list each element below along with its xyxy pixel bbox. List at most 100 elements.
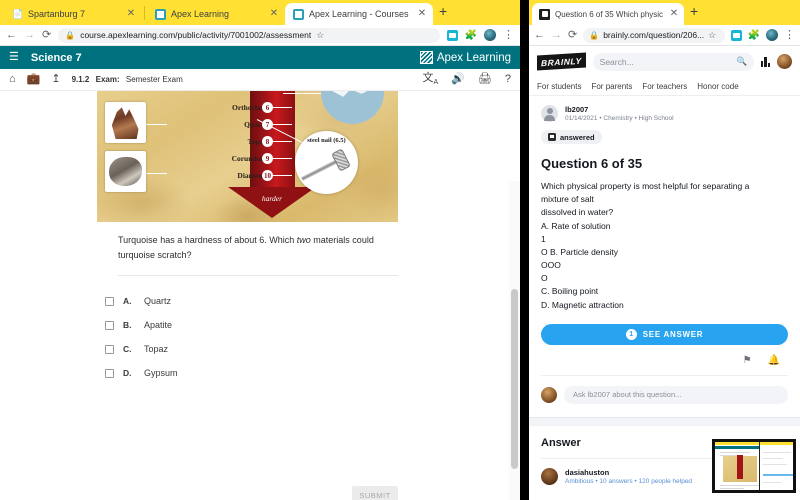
question-line: A. Rate of solution — [541, 220, 611, 231]
search-placeholder: Search... — [599, 56, 634, 67]
apex-icon — [293, 8, 304, 20]
dual-browser-screen: 📄 Spartanburg 7 ✕ Apex Learning ✕ Apex L… — [0, 0, 800, 500]
mohs-value: 7 — [262, 119, 273, 130]
lesson-breadcrumb: ⌂ 💼 ↥ 9.1.2 Exam: Semester Exam — [9, 74, 183, 85]
extensions-puzzle-icon[interactable]: 🧩 — [465, 30, 477, 41]
home-icon[interactable]: ⌂ — [9, 74, 16, 85]
bar-chart-icon[interactable] — [761, 56, 770, 67]
author-name[interactable]: lb2007 — [565, 105, 674, 114]
pip-tabstrip — [715, 442, 759, 445]
upload-icon[interactable]: ↥ — [51, 74, 60, 85]
address-bar[interactable]: 🔒 brainly.com/question/206... ☆ — [583, 27, 725, 43]
browser-tab-apex-learning[interactable]: Apex Learning ✕ — [147, 3, 285, 25]
avatar[interactable] — [777, 54, 792, 69]
answer-choice-a[interactable]: A. Quartz — [105, 289, 395, 313]
extensions-puzzle-icon[interactable]: 🧩 — [748, 30, 760, 41]
brainly-icon — [539, 8, 550, 20]
mohs-hardness-diagram: Orthoclase 6 Quartz 7 Topaz 8 Corundum 9… — [97, 91, 398, 222]
help-icon[interactable]: ? — [505, 74, 511, 85]
question-line: Which physical property is most helpful … — [541, 181, 750, 191]
apex-icon — [155, 8, 166, 20]
answer-choice-b[interactable]: B. Apatite — [105, 313, 395, 337]
nail-shaft-icon — [301, 159, 339, 181]
reload-icon[interactable]: ⟳ — [42, 29, 51, 41]
pip-right-pane — [758, 442, 793, 490]
leader-line — [270, 106, 292, 108]
extension-icon[interactable] — [446, 29, 458, 41]
checkbox-icon[interactable] — [105, 368, 114, 378]
left-scrollbar[interactable] — [509, 181, 520, 500]
nav-honor-code[interactable]: Honor code — [697, 82, 738, 91]
choice-letter: D. — [123, 368, 132, 378]
pip-diagram — [723, 455, 757, 482]
browser-tab-apex-learning-courses[interactable]: Apex Learning - Courses ✕ — [285, 3, 433, 25]
choice-text: Topaz — [144, 344, 169, 354]
assessment-content: Orthoclase 6 Quartz 7 Topaz 8 Corundum 9… — [0, 91, 520, 500]
answerer-name[interactable]: dasiahuston — [565, 468, 692, 477]
steel-nail-callout: steel nail (6.5) — [295, 131, 358, 194]
question-panel: lb2007 01/14/2021 • Chemistry • High Sch… — [529, 96, 800, 485]
briefcase-icon[interactable]: 💼 — [27, 74, 41, 85]
submit-button[interactable]: SUBMIT — [352, 486, 398, 500]
read-aloud-icon[interactable]: 🔊 — [451, 74, 465, 85]
answer-choice-d[interactable]: D. Gypsum — [105, 361, 395, 385]
back-arrow-icon[interactable]: ← — [6, 29, 17, 41]
picture-in-picture-thumbnail[interactable] — [712, 439, 796, 493]
close-icon[interactable]: ✕ — [126, 9, 136, 19]
choice-letter: B. — [123, 320, 132, 330]
address-bar[interactable]: 🔒 course.apexlearning.com/public/activit… — [58, 27, 440, 43]
profile-avatar[interactable] — [766, 29, 778, 41]
new-tab-button[interactable]: + — [439, 3, 447, 22]
forward-arrow-icon[interactable]: → — [551, 29, 562, 41]
back-arrow-icon[interactable]: ← — [534, 29, 545, 41]
status-badge-label: answered — [560, 132, 595, 142]
checkbox-icon[interactable] — [105, 296, 114, 306]
close-icon[interactable]: ✕ — [269, 9, 279, 19]
checkbox-icon[interactable] — [105, 320, 114, 330]
leader-line — [270, 123, 292, 125]
star-icon[interactable]: ☆ — [708, 30, 716, 41]
brainly-logo[interactable]: BRAINLY — [537, 52, 586, 71]
choice-text: Gypsum — [144, 368, 178, 378]
avatar — [541, 467, 558, 485]
profile-avatar[interactable] — [484, 29, 496, 41]
scrollbar-thumb[interactable] — [511, 289, 518, 469]
steel-nail-label: steel nail (6.5) — [307, 137, 346, 144]
search-icon[interactable]: 🔍 — [736, 56, 747, 67]
extension-icon[interactable] — [730, 29, 742, 41]
ask-input[interactable]: Ask lb2007 about this question... — [564, 385, 788, 404]
browser-tab-spartanburg[interactable]: 📄 Spartanburg 7 ✕ — [4, 3, 142, 25]
nav-for-students[interactable]: For students — [537, 82, 581, 91]
more-menu-icon[interactable]: ⋮ — [784, 29, 795, 41]
more-menu-icon[interactable]: ⋮ — [503, 29, 514, 41]
reload-icon[interactable]: ⟳ — [568, 29, 577, 41]
browser-tab-brainly[interactable]: Question 6 of 35 Which physic ✕ — [532, 3, 684, 25]
forward-arrow-icon[interactable]: → — [24, 29, 35, 41]
star-icon[interactable]: ☆ — [316, 30, 324, 41]
close-icon[interactable]: ✕ — [417, 9, 427, 19]
apex-header-left: ☰ Science 7 — [9, 52, 82, 64]
bell-icon[interactable]: 🔔 — [768, 355, 780, 366]
lesson-kind: Exam: — [95, 75, 120, 84]
nav-for-teachers[interactable]: For teachers — [642, 82, 687, 91]
close-icon[interactable]: ✕ — [669, 9, 679, 19]
apex-logo-mark-icon — [419, 51, 433, 64]
answerer-meta: Ambitious • 10 answers • 120 people help… — [565, 477, 693, 485]
translate-icon[interactable]: 文A — [423, 72, 439, 86]
choice-text: Apatite — [144, 320, 173, 330]
search-input[interactable]: Search... 🔍 — [592, 52, 755, 71]
print-icon[interactable]: 🖨 — [478, 74, 492, 85]
question-line: C. Boiling point — [541, 286, 599, 297]
checkbox-icon[interactable] — [105, 344, 114, 354]
mohs-value: 6 — [262, 102, 273, 113]
hamburger-menu-icon[interactable]: ☰ — [9, 52, 19, 63]
harder-label: harder — [261, 194, 283, 203]
see-answer-button[interactable]: 1 SEE ANSWER — [541, 323, 788, 345]
question-line: O B. Particle density — [541, 246, 619, 257]
nav-for-parents[interactable]: For parents — [591, 82, 632, 91]
answer-choice-c[interactable]: C. Topaz — [105, 337, 395, 361]
flag-icon[interactable]: ⚑ — [743, 355, 752, 366]
new-tab-button[interactable]: + — [690, 3, 698, 22]
document-icon: 📄 — [12, 8, 24, 19]
leader-line — [270, 174, 292, 176]
